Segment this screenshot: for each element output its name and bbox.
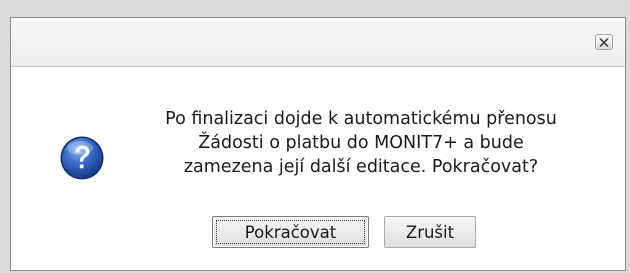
- dialog-titlebar: [11, 18, 625, 67]
- confirm-button[interactable]: Pokračovat: [212, 216, 369, 248]
- message-line: Po finalizaci dojde k automatickému přen…: [165, 109, 557, 129]
- close-x-icon: [599, 37, 609, 47]
- question-icon: [60, 136, 104, 180]
- confirm-dialog: Po finalizaci dojde k automatickému přen…: [10, 17, 626, 271]
- dialog-content: Po finalizaci dojde k automatickému přen…: [11, 67, 625, 270]
- message-line: zamezena její další editace. Pokračovat?: [183, 157, 539, 177]
- focus-ring: [216, 220, 365, 244]
- message-line: Žádosti o platbu do MONIT7+ a bude: [198, 133, 524, 153]
- cancel-button-label: Zrušit: [405, 222, 455, 242]
- close-button[interactable]: [595, 34, 613, 50]
- cancel-button[interactable]: Zrušit: [384, 216, 476, 248]
- dialog-message: Po finalizaci dojde k automatickému přen…: [141, 107, 581, 179]
